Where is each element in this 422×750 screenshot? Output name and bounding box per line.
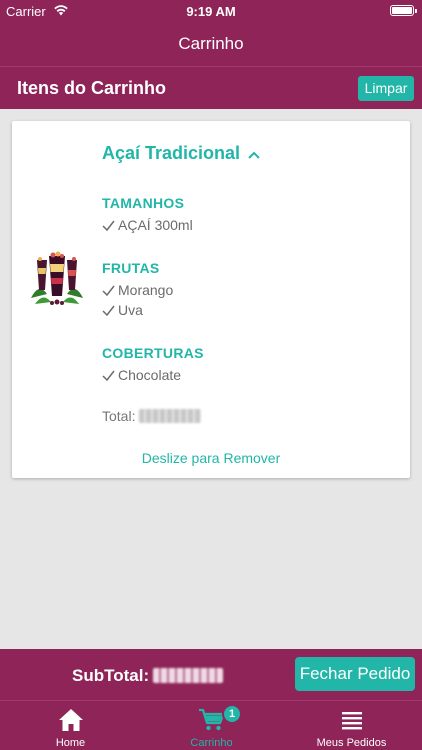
subtotal-value-redacted <box>153 668 224 683</box>
tab-home[interactable]: Home <box>0 701 141 750</box>
navigation-bar: Carrinho <box>0 22 422 66</box>
cart-items-title: Itens do Carrinho <box>17 78 167 98</box>
page-title: Carrinho <box>178 34 244 53</box>
group-title-fruits: FRUTAS <box>102 260 160 276</box>
cart-header: Itens do Carrinho Limpar <box>0 66 422 109</box>
option-label: Chocolate <box>118 367 182 383</box>
option-item: Morango <box>102 282 173 299</box>
option-label: AÇAÍ 300ml <box>118 217 193 233</box>
check-icon <box>102 303 115 319</box>
product-name-text: Açaí Tradicional <box>102 143 241 163</box>
check-icon <box>102 368 115 384</box>
cart-count-badge: 1 <box>222 704 242 724</box>
item-total: Total: <box>102 408 202 424</box>
check-icon <box>102 218 115 234</box>
total-label: Total: <box>102 408 136 424</box>
clear-cart-button[interactable]: Limpar <box>358 76 414 101</box>
total-value-redacted <box>139 409 202 423</box>
subtotal: SubTotal: <box>72 666 224 686</box>
list-icon <box>340 708 364 737</box>
cart-item-card[interactable]: Açaí Tradicional TAMANHOS AÇAÍ 300ml FRU… <box>12 121 410 478</box>
tab-label: Home <box>55 737 86 749</box>
tab-label: Meus Pedidos <box>316 737 387 749</box>
battery-icon <box>390 5 417 16</box>
close-order-button[interactable]: Fechar Pedido <box>295 657 415 691</box>
option-item: Chocolate <box>102 367 181 384</box>
option-label: Uva <box>118 302 143 318</box>
group-title-sizes: TAMANHOS <box>102 195 185 211</box>
status-bar: Carrier 9:19 AM <box>0 0 422 22</box>
tab-label: Carrinho <box>190 737 233 749</box>
check-icon <box>102 283 115 299</box>
tab-my-orders[interactable]: Meus Pedidos <box>281 701 422 750</box>
tab-cart[interactable]: Carrinho <box>141 701 282 750</box>
group-title-toppings: COBERTURAS <box>102 345 204 361</box>
option-item: AÇAÍ 300ml <box>102 217 193 234</box>
product-image <box>29 248 85 306</box>
clock-time: 9:19 AM <box>186 4 236 19</box>
swipe-to-remove-hint: Deslize para Remover <box>141 450 281 466</box>
option-item: Uva <box>102 302 143 319</box>
tab-bar: Home Carrinho Meus Pedidos 1 <box>0 700 422 750</box>
product-name[interactable]: Açaí Tradicional <box>102 143 261 165</box>
option-label: Morango <box>118 282 174 298</box>
subtotal-label: SubTotal: <box>72 666 150 685</box>
home-icon <box>58 708 84 737</box>
chevron-up-icon[interactable] <box>247 144 261 165</box>
subtotal-bar: SubTotal: Fechar Pedido <box>0 649 422 700</box>
